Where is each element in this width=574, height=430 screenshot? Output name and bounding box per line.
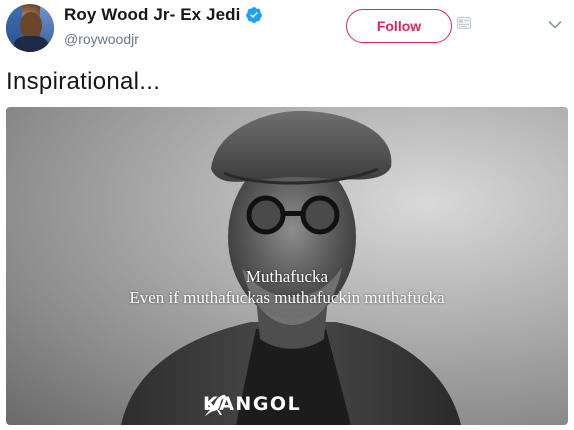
verified-badge-icon [246, 7, 263, 23]
caption-line-1: Muthafucka [245, 267, 329, 286]
avatar[interactable] [6, 4, 54, 52]
follow-button[interactable]: Follow [346, 9, 452, 43]
name-line[interactable]: Roy Wood Jr- Ex Jedi [64, 5, 263, 25]
tweet-media[interactable]: Muthafucka Even if muthafuckas muthafuck… [6, 107, 568, 425]
handle[interactable]: @roywoodjr [64, 31, 139, 47]
chevron-down-icon[interactable] [548, 20, 562, 30]
tweet-text: Inspirational... [6, 68, 161, 95]
kangaroo-icon [205, 394, 226, 416]
avatar-face [20, 12, 42, 38]
brand-logo: KANGOL [203, 393, 301, 416]
tweet-header: Roy Wood Jr- Ex Jedi @roywoodjr Follow [0, 0, 574, 58]
display-name[interactable]: Roy Wood Jr- Ex Jedi [64, 5, 240, 25]
media-illustration [121, 110, 461, 425]
avatar-shirt [14, 36, 48, 52]
caption-line-2: Even if muthafuckas muthafuckin muthafuc… [129, 288, 445, 307]
card-icon [457, 17, 471, 29]
